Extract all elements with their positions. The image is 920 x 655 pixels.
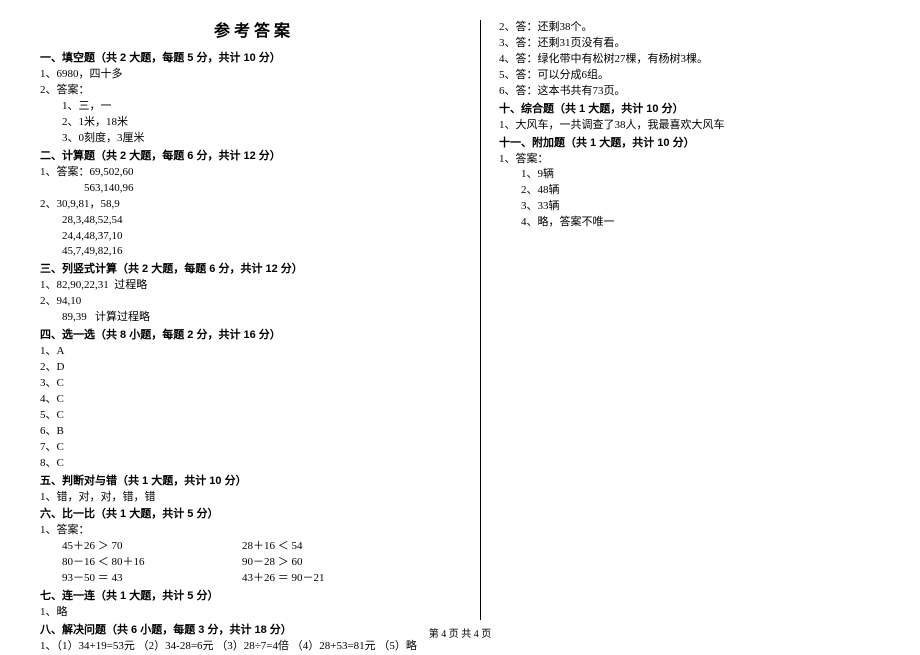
s6-row2: 80－16 ＜ 80＋16 90－28 ＞ 60 bbox=[40, 555, 468, 571]
section-5-head: 五、判断对与错（共 1 大题，共计 10 分） bbox=[40, 474, 468, 490]
page: 参考答案 一、填空题（共 2 大题，每题 5 分，共计 10 分） 1、6980… bbox=[0, 0, 920, 620]
pre-l3: 4、答：绿化带中有松树27棵，有杨树3棵。 bbox=[499, 52, 860, 68]
doc-title: 参考答案 bbox=[40, 20, 468, 43]
s2-l6: 45,7,49,82,16 bbox=[40, 244, 468, 260]
section-10-head: 十、综合题（共 1 大题，共计 10 分） bbox=[499, 102, 860, 118]
s6-r3b: 43＋26 ＝ 90－21 bbox=[242, 571, 402, 587]
s2-l2: 563,140,96 bbox=[40, 181, 468, 197]
page-footer: 第 4 页 共 4 页 bbox=[0, 625, 920, 640]
s1-l5: 3、0刻度，3厘米 bbox=[40, 131, 468, 147]
section-11-head: 十一、附加题（共 1 大题，共计 10 分） bbox=[499, 136, 860, 152]
s11-l1: 1、答案： bbox=[499, 152, 860, 168]
s6-l1: 1、答案： bbox=[40, 523, 468, 539]
s1-l1: 1、6980，四十多 bbox=[40, 67, 468, 83]
pre-l5: 6、答：这本书共有73页。 bbox=[499, 84, 860, 100]
s6-r1a: 45＋26 ＞ 70 bbox=[62, 539, 242, 555]
s6-r3a: 93－50 ＝ 43 bbox=[62, 571, 242, 587]
s6-row3: 93－50 ＝ 43 43＋26 ＝ 90－21 bbox=[40, 571, 468, 587]
section-2-head: 二、计算题（共 2 大题，每题 6 分，共计 12 分） bbox=[40, 149, 468, 165]
s11-i1: 1、9辆 bbox=[499, 167, 860, 183]
s10-l1: 1、大风车，一共调查了38人，我最喜欢大风车 bbox=[499, 118, 860, 134]
s2-l3: 2、30,9,81，58,9 bbox=[40, 197, 468, 213]
right-column: 2、答：还剩38个。 3、答：还剩31页没有看。 4、答：绿化带中有松树27棵，… bbox=[480, 20, 860, 620]
s4-i4: 4、C bbox=[40, 392, 468, 408]
s4-i7: 7、C bbox=[40, 440, 468, 456]
s7-l1: 1、略 bbox=[40, 605, 468, 621]
s6-r2a: 80－16 ＜ 80＋16 bbox=[62, 555, 242, 571]
s2-l5: 24,4,48,37,10 bbox=[40, 229, 468, 245]
left-column: 参考答案 一、填空题（共 2 大题，每题 5 分，共计 10 分） 1、6980… bbox=[40, 20, 480, 620]
s1-l2: 2、答案： bbox=[40, 83, 468, 99]
s1-l4: 2、1米，18米 bbox=[40, 115, 468, 131]
pre-l4: 5、答：可以分成6组。 bbox=[499, 68, 860, 84]
s1-l3: 1、三，一 bbox=[40, 99, 468, 115]
s4-i6: 6、B bbox=[40, 424, 468, 440]
s4-i2: 2、D bbox=[40, 360, 468, 376]
s8-l1: 1、（1）34+19=53元 （2）34-28=6元 （3）28÷7=4倍 （4… bbox=[40, 639, 468, 655]
s6-row1: 45＋26 ＞ 70 28＋16 ＜ 54 bbox=[40, 539, 468, 555]
s11-i3: 3、33辆 bbox=[499, 199, 860, 215]
s11-i2: 2、48辆 bbox=[499, 183, 860, 199]
s11-i4: 4、略，答案不唯一 bbox=[499, 215, 860, 231]
s4-i8: 8、C bbox=[40, 456, 468, 472]
s3-l2: 2、94,10 bbox=[40, 294, 468, 310]
pre-l2: 3、答：还剩31页没有看。 bbox=[499, 36, 860, 52]
section-7-head: 七、连一连（共 1 大题，共计 5 分） bbox=[40, 589, 468, 605]
section-3-head: 三、列竖式计算（共 2 大题，每题 6 分，共计 12 分） bbox=[40, 262, 468, 278]
s4-i5: 5、C bbox=[40, 408, 468, 424]
s6-r1b: 28＋16 ＜ 54 bbox=[242, 539, 402, 555]
s2-l4: 28,3,48,52,54 bbox=[40, 213, 468, 229]
pre-l1: 2、答：还剩38个。 bbox=[499, 20, 860, 36]
s5-l1: 1、错，对，对，错，错 bbox=[40, 490, 468, 506]
s2-l1: 1、答案：69,502,60 bbox=[40, 165, 468, 181]
section-1-head: 一、填空题（共 2 大题，每题 5 分，共计 10 分） bbox=[40, 51, 468, 67]
s3-l3: 89,39 计算过程略 bbox=[40, 310, 468, 326]
s6-r2b: 90－28 ＞ 60 bbox=[242, 555, 402, 571]
s4-i3: 3、C bbox=[40, 376, 468, 392]
section-6-head: 六、比一比（共 1 大题，共计 5 分） bbox=[40, 507, 468, 523]
s4-i1: 1、A bbox=[40, 344, 468, 360]
s3-l1: 1、82,90,22,31 过程略 bbox=[40, 278, 468, 294]
section-4-head: 四、选一选（共 8 小题，每题 2 分，共计 16 分） bbox=[40, 328, 468, 344]
